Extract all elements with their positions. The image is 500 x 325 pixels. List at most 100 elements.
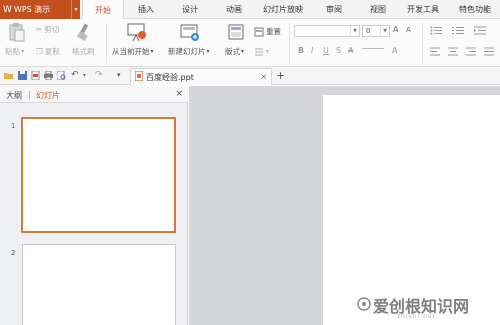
- tab-slideshow[interactable]: 幻灯片放映: [257, 0, 309, 19]
- ribbon-separator: [106, 23, 107, 63]
- scissors-icon: ✂: [36, 25, 43, 34]
- format-painter-icon[interactable]: [76, 23, 92, 43]
- tab-review[interactable]: 审阅: [316, 0, 352, 19]
- slide-pane: 大纲 | 幻灯片 × 1 2: [0, 86, 188, 325]
- tab-animation[interactable]: 动画: [216, 0, 252, 19]
- paste-button[interactable]: 粘贴 ▾: [5, 46, 24, 57]
- slide-thumbnail[interactable]: [21, 117, 176, 233]
- numbered-list-icon[interactable]: [452, 26, 464, 37]
- watermark: 爱创根知识网 zhishi.net: [357, 293, 469, 320]
- redo-icon[interactable]: ↷: [95, 71, 104, 80]
- tab-design[interactable]: 设计: [172, 0, 208, 19]
- copy-button[interactable]: ❐ 复制: [36, 46, 60, 57]
- section-dropdown-icon[interactable]: ▾: [266, 48, 269, 55]
- font-name-select[interactable]: ▼: [294, 25, 360, 37]
- print-preview-icon[interactable]: [56, 70, 66, 81]
- layout-icon[interactable]: [228, 23, 244, 43]
- tab-view[interactable]: 视图: [360, 0, 396, 19]
- strikethrough-button[interactable]: A: [348, 46, 353, 55]
- play-from-current-icon[interactable]: [127, 22, 147, 44]
- ribbon-separator: [289, 23, 290, 63]
- font-size-value: 0: [366, 27, 371, 35]
- clear-format-button[interactable]: A: [392, 46, 397, 55]
- reset-label: 重置: [266, 27, 281, 36]
- menu-bar: W WPS 演示 ▾ 开始 插入 设计 动画 幻灯片放映 审阅 视图 开发工具 …: [0, 0, 500, 20]
- from-current-button[interactable]: 从当前开始 ▾: [112, 46, 154, 57]
- close-pane-icon[interactable]: ×: [175, 89, 183, 99]
- copy-label: 复制: [44, 47, 60, 56]
- new-slide-button[interactable]: 新建幻灯片 ▾: [168, 46, 210, 57]
- undo-icon[interactable]: ↶: [71, 71, 80, 80]
- align-center-icon[interactable]: [448, 47, 458, 58]
- export-pdf-icon[interactable]: [31, 70, 40, 81]
- tab-home[interactable]: 开始: [82, 0, 124, 20]
- slide-pane-header: 大纲 | 幻灯片 ×: [0, 86, 188, 103]
- app-menu-button[interactable]: W WPS 演示 ▾: [0, 0, 80, 19]
- font-size-dropdown-icon[interactable]: ▼: [380, 26, 389, 36]
- save-icon[interactable]: [18, 71, 27, 80]
- cut-button[interactable]: ✂ 剪切: [36, 24, 59, 35]
- layout-label: 版式: [225, 47, 240, 56]
- paste-dropdown-icon[interactable]: ▾: [21, 48, 24, 55]
- font-name-dropdown-icon[interactable]: ▼: [350, 26, 359, 36]
- app-name: WPS 演示: [13, 5, 51, 14]
- document-tab-title: 百度经验.ppt: [146, 72, 194, 82]
- tab-slides[interactable]: 幻灯片: [36, 90, 60, 101]
- slide-thumbnail[interactable]: [22, 244, 176, 325]
- slide-canvas[interactable]: [323, 95, 500, 325]
- ppt-file-icon: [134, 70, 144, 83]
- font-size-select[interactable]: 0 ▼: [362, 25, 390, 37]
- ribbon: 粘贴 ▾ ✂ 剪切 ❐ 复制 格式刷 从当前开始 ▾ 新建幻灯片 ▾ 版式 ▾ …: [0, 19, 500, 67]
- undo-dropdown-icon[interactable]: ▾: [83, 71, 92, 80]
- watermark-logo-icon: [357, 297, 371, 313]
- wps-logo-icon: W: [3, 4, 12, 15]
- shadow-button[interactable]: S: [336, 46, 341, 55]
- new-slide-icon[interactable]: [180, 22, 200, 44]
- paste-icon[interactable]: [8, 22, 26, 44]
- slide-number: 1: [11, 122, 16, 130]
- underline-button[interactable]: U: [323, 46, 329, 55]
- document-tab[interactable]: 百度经验.ppt ×: [130, 68, 272, 85]
- tab-divider: |: [28, 90, 31, 99]
- reset-icon: [254, 27, 264, 37]
- editing-workspace: [189, 86, 500, 325]
- align-left-icon[interactable]: [430, 47, 440, 58]
- section-icon: [254, 46, 264, 56]
- shrink-font-icon[interactable]: A: [406, 26, 411, 34]
- tab-insert[interactable]: 插入: [128, 0, 164, 19]
- reset-button[interactable]: 重置: [254, 26, 281, 37]
- new-slide-dropdown-icon[interactable]: ▾: [207, 48, 210, 55]
- open-folder-icon[interactable]: [4, 71, 13, 80]
- tab-special[interactable]: 特色功能: [450, 0, 500, 19]
- grow-font-icon[interactable]: A: [393, 25, 398, 34]
- tab-outline[interactable]: 大纲: [6, 90, 22, 101]
- quick-access-toolbar: ↶ ▾ ↷ ▾ 百度经验.ppt × +: [0, 67, 500, 85]
- align-right-icon[interactable]: [466, 47, 476, 58]
- new-tab-icon[interactable]: +: [276, 69, 285, 82]
- print-icon[interactable]: [44, 70, 53, 81]
- copy-icon: ❐: [36, 47, 43, 56]
- layout-button[interactable]: 版式 ▾: [225, 46, 244, 57]
- customize-toolbar-icon[interactable]: ▾: [117, 71, 126, 80]
- slide-number: 2: [11, 249, 16, 257]
- close-tab-icon[interactable]: ×: [260, 72, 267, 81]
- format-painter-label: 格式刷: [72, 47, 95, 56]
- ribbon-separator: [422, 23, 423, 63]
- justify-icon[interactable]: [484, 47, 494, 58]
- tab-developer[interactable]: 开发工具: [400, 0, 446, 19]
- format-painter-button[interactable]: 格式刷: [72, 46, 95, 57]
- superscript-button[interactable]: [362, 48, 384, 49]
- cut-label: 剪切: [44, 25, 60, 34]
- watermark-subtext: zhishi.net: [397, 313, 436, 320]
- italic-button[interactable]: I: [311, 46, 313, 55]
- from-current-label: 从当前开始: [112, 47, 150, 56]
- new-slide-label: 新建幻灯片: [168, 47, 206, 56]
- app-menu-dropdown-icon[interactable]: ▾: [71, 0, 80, 19]
- section-button[interactable]: ▾: [254, 46, 269, 56]
- bold-button[interactable]: B: [298, 46, 304, 55]
- bullet-list-icon[interactable]: [430, 26, 442, 37]
- paste-label: 粘贴: [5, 47, 20, 56]
- from-current-dropdown-icon[interactable]: ▾: [151, 48, 154, 55]
- layout-dropdown-icon[interactable]: ▾: [241, 48, 244, 55]
- indent-icon[interactable]: [474, 26, 486, 37]
